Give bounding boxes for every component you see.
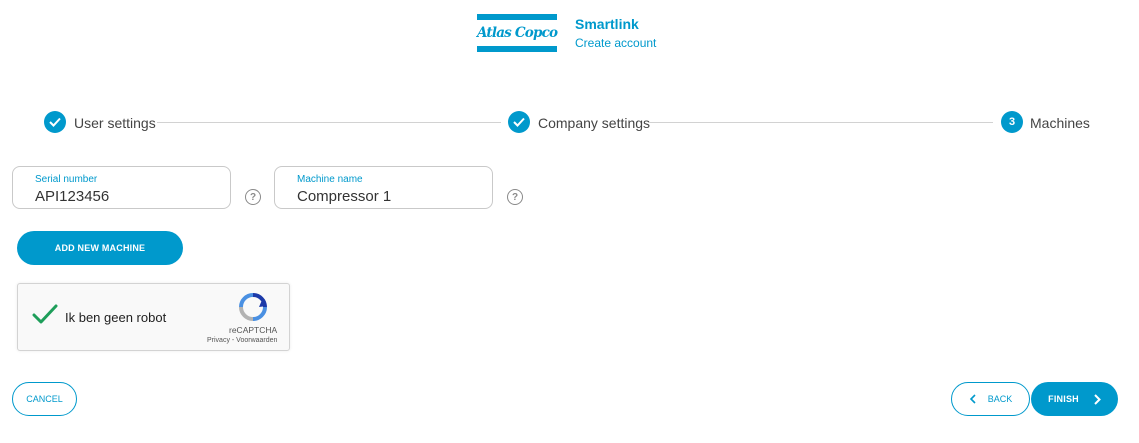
finish-button[interactable]: FINISH: [1031, 382, 1118, 416]
machine-name-label: Machine name: [297, 174, 363, 185]
machine-name-input[interactable]: Compressor 1: [297, 188, 391, 205]
cancel-label: CANCEL: [26, 394, 63, 404]
step-1-complete-icon: [44, 111, 66, 133]
serial-number-input[interactable]: API123456: [35, 188, 109, 205]
step-3-label: Machines: [1030, 115, 1090, 131]
add-new-machine-label: ADD NEW MACHINE: [54, 243, 146, 253]
step-1-label: User settings: [74, 115, 156, 131]
back-button[interactable]: BACK: [951, 382, 1030, 416]
captcha-privacy-links[interactable]: Privacy - Voorwaarden: [207, 337, 277, 344]
back-label: BACK: [987, 394, 1013, 404]
machine-name-help-icon[interactable]: ?: [507, 189, 523, 205]
logo-text: Atlas Copco: [477, 25, 558, 41]
app-title: Smartlink: [575, 16, 639, 32]
captcha-checkmark-icon[interactable]: [32, 304, 58, 326]
check-icon: [513, 117, 525, 127]
step-connector-2: [649, 122, 993, 123]
recaptcha-widget: Ik ben geen robot reCAPTCHA Privacy - Vo…: [17, 283, 290, 351]
machine-name-field[interactable]: Machine name Compressor 1: [274, 166, 493, 209]
chevron-right-icon: [1094, 393, 1101, 405]
captcha-label: Ik ben geen robot: [65, 310, 167, 325]
chevron-left-icon: [969, 394, 976, 404]
check-icon: [49, 117, 61, 127]
add-new-machine-button[interactable]: ADD NEW MACHINE: [17, 231, 183, 265]
logo-bar-top: [477, 14, 557, 20]
app-subtitle: Create account: [575, 36, 657, 50]
step-2-label: Company settings: [538, 115, 651, 131]
serial-number-label: Serial number: [35, 174, 98, 185]
cancel-button[interactable]: CANCEL: [12, 382, 77, 416]
logo-bar-bottom: [477, 46, 557, 52]
finish-label: FINISH: [1048, 394, 1079, 404]
step-2-complete-icon: [508, 111, 530, 133]
serial-help-icon[interactable]: ?: [245, 189, 261, 205]
captcha-brand: reCAPTCHA: [229, 325, 278, 335]
atlas-copco-logo: Atlas Copco: [477, 14, 558, 52]
step-connector-1: [157, 122, 501, 123]
serial-number-field[interactable]: Serial number API123456: [12, 166, 231, 209]
recaptcha-logo-icon: [239, 293, 267, 321]
step-3-number: 3: [1001, 111, 1023, 133]
